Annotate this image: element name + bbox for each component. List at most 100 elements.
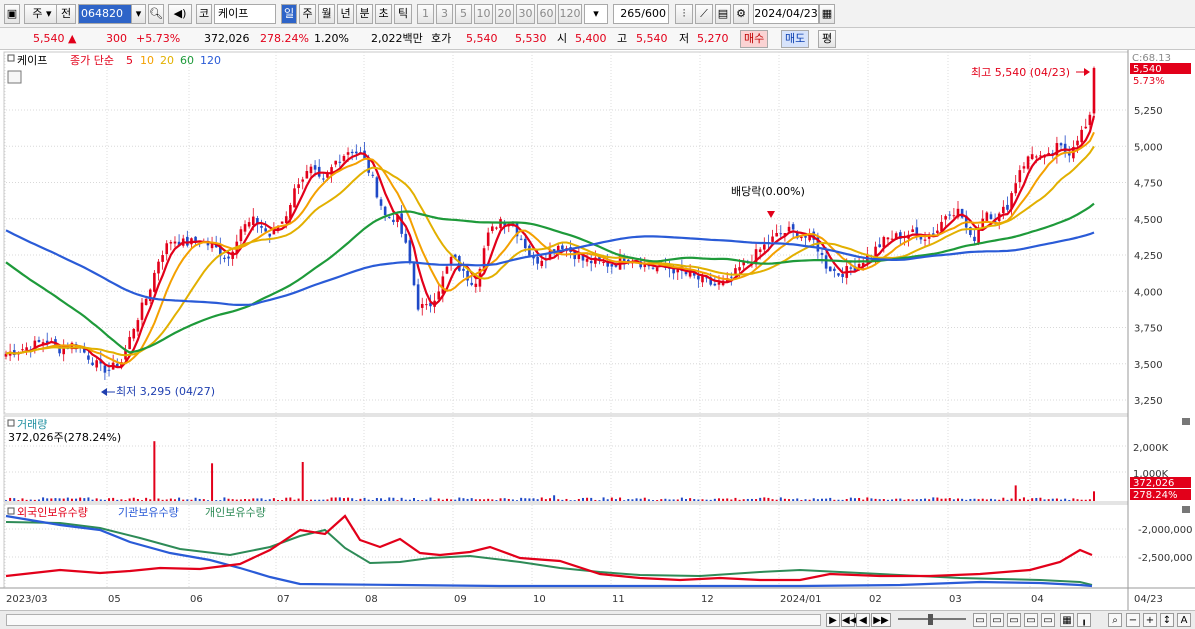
interval-5[interactable]: 5 — [455, 4, 472, 24]
interval-1[interactable]: 1 — [417, 4, 434, 24]
layout-icon-5[interactable]: ▭ — [1041, 613, 1055, 627]
volume-bar — [231, 499, 234, 501]
interval-30[interactable]: 30 — [516, 4, 535, 24]
prev-button[interactable]: 전 — [56, 4, 76, 24]
eval-button[interactable]: 평 — [818, 30, 837, 48]
date-field[interactable]: 2024/04/23 — [753, 4, 819, 24]
save-icon[interactable]: ▤ — [715, 4, 731, 24]
volume-bar — [989, 498, 992, 501]
layout-icon-1[interactable]: ▭ — [973, 613, 987, 627]
jump-end-button[interactable]: ▶▶ — [871, 613, 891, 627]
zoom-in-button[interactable]: + — [1143, 613, 1157, 627]
volume-bar — [363, 497, 366, 501]
holdings-panel-close-icon[interactable] — [1182, 506, 1190, 513]
candle-body — [301, 179, 305, 182]
step-back-button[interactable]: ◀ — [856, 613, 870, 627]
candle-body — [602, 261, 605, 263]
volume-bar — [965, 499, 968, 501]
candle-body — [713, 283, 717, 286]
candle-body — [491, 226, 494, 232]
interval-10[interactable]: 10 — [474, 4, 493, 24]
top-axis-label: C:68.13 — [1132, 53, 1171, 64]
volume-bar — [808, 499, 811, 501]
volume-bar — [833, 499, 836, 501]
period-tab-tick[interactable]: 틱 — [394, 4, 412, 24]
candle-body — [280, 221, 284, 224]
volume-bar — [293, 499, 296, 501]
volume-bar — [285, 497, 288, 501]
interval-120[interactable]: 120 — [558, 4, 582, 24]
high-annotation: 최고 5,540 (04/23) — [971, 66, 1070, 79]
scroll-right-button[interactable]: ▶ — [826, 613, 840, 627]
layout-icon-4[interactable]: ▭ — [1024, 613, 1038, 627]
interval-60[interactable]: 60 — [537, 4, 556, 24]
volume-bar — [866, 497, 869, 501]
period-tab-second[interactable]: 초 — [375, 4, 392, 24]
interval-custom-select[interactable]: ▾ — [584, 4, 608, 24]
candle-body — [412, 262, 416, 286]
period-tab-month[interactable]: 월 — [318, 4, 335, 24]
layout-icon-3[interactable]: ▭ — [1007, 613, 1021, 627]
stock-tab[interactable]: 케이프 — [17, 54, 47, 67]
reset-axis-icon[interactable]: ↕ — [1160, 613, 1174, 627]
candle-body — [1002, 206, 1005, 213]
candle-body — [540, 260, 544, 267]
volume-bar — [536, 499, 539, 501]
interval-3[interactable]: 3 — [436, 4, 453, 24]
display-count-field[interactable]: 265/600 — [613, 4, 669, 24]
candle-body — [528, 245, 531, 256]
sell-button[interactable]: 매도 — [781, 30, 810, 48]
candle-body — [284, 216, 288, 224]
candle-body — [763, 244, 766, 250]
volume-bar — [371, 500, 374, 501]
calendar-icon[interactable]: ▦ — [819, 4, 835, 24]
buy-button[interactable]: 매수 — [740, 30, 769, 48]
gear-icon[interactable]: ⚙ — [733, 4, 749, 24]
draw-tool-icon[interactable]: ⟋ — [695, 4, 713, 24]
volume-bar — [165, 499, 168, 501]
holdings-ytick-1: -2,000,000 — [1138, 525, 1193, 536]
volume-bar — [775, 499, 778, 501]
volume-bar — [750, 498, 753, 501]
calculator-icon[interactable] — [7, 70, 22, 84]
candle-body — [911, 229, 914, 233]
search-icon[interactable]: 🔍︎ — [148, 4, 164, 24]
table-icon[interactable]: ▦ — [1060, 613, 1074, 627]
candle-body — [132, 328, 136, 339]
period-tab-day[interactable]: 일 — [281, 4, 297, 24]
period-tab-minute[interactable]: 분 — [356, 4, 373, 24]
horizontal-scrollbar[interactable] — [6, 614, 821, 626]
window-menu-icon[interactable]: ▣ — [4, 4, 20, 24]
volume-bar — [948, 498, 951, 501]
volume-bar — [973, 498, 976, 501]
period-tab-week[interactable]: 주 — [299, 4, 316, 24]
candle-settings-icon[interactable]: ⫶ — [675, 4, 693, 24]
chart-area[interactable]: 5,250 5,000 4,750 4,500 4,250 4,000 3,750 3,500… — [0, 50, 1195, 610]
auto-scale-button[interactable]: A — [1177, 613, 1191, 627]
zoom-icon[interactable]: ⌕ — [1108, 613, 1122, 627]
period-tab-year[interactable]: 년 — [337, 4, 354, 24]
volume-bar — [507, 498, 510, 501]
stock-name-field[interactable]: 케이프 — [214, 4, 276, 24]
period-select[interactable]: 주 ▾ — [24, 4, 60, 24]
volume-panel-close-icon[interactable] — [1182, 418, 1190, 425]
volume-bar — [367, 499, 370, 501]
volume-bar — [277, 499, 279, 501]
candle-body — [140, 302, 144, 320]
volume-bar — [499, 498, 502, 501]
code-dropdown-icon[interactable]: ▾ — [131, 4, 146, 24]
zoom-out-button[interactable]: − — [1126, 613, 1140, 627]
stock-chart[interactable]: 5,250 5,000 4,750 4,500 4,250 4,000 3,750 3,500… — [0, 50, 1195, 610]
volume-bar — [631, 499, 634, 501]
sound-icon[interactable]: ◀) — [168, 4, 192, 24]
volume-bar — [17, 500, 20, 501]
layout-icon-2[interactable]: ▭ — [990, 613, 1004, 627]
candle-body — [165, 243, 169, 255]
ma-legend-10: 10 — [140, 54, 154, 67]
x-axis-label: 08 — [365, 594, 378, 605]
jump-start-button[interactable]: ◀◀ — [841, 613, 857, 627]
chart-type-icon[interactable]: ╻ — [1077, 613, 1091, 627]
volume-bar — [730, 499, 733, 501]
interval-20[interactable]: 20 — [495, 4, 514, 24]
zoom-slider-thumb[interactable] — [928, 614, 933, 625]
